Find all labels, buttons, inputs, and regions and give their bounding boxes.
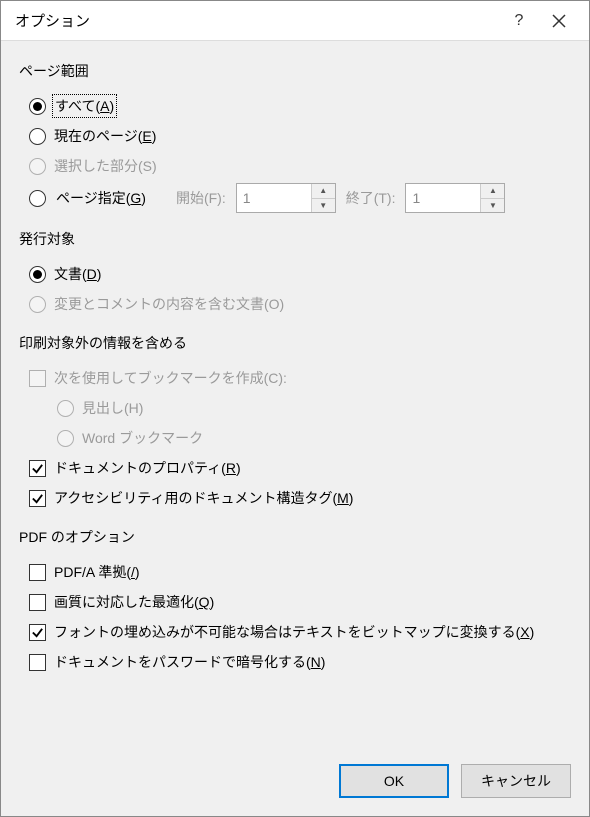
pdf-group: PDF/A 準拠(/) 画質に対応した最適化(Q) フォントの埋め込みが不可能な… [19, 557, 571, 677]
radio-wordbm-label: Word ブックマーク [82, 428, 203, 448]
radio-all[interactable] [29, 98, 46, 115]
page-range-group: すべて(A) 現在のページ(E) 選択した部分(S) ページ指定(G) 開始(F… [19, 91, 571, 215]
checkbox-pdfa[interactable] [29, 564, 46, 581]
checkbox-pdfa-row[interactable]: PDF/A 準拠(/) [29, 557, 571, 587]
radio-markup [29, 296, 46, 313]
content: ページ範囲 すべて(A) 現在のページ(E) 選択した部分(S) ページ指定(G… [1, 41, 589, 750]
checkbox-acctags-row[interactable]: アクセシビリティ用のドキュメント構造タグ(M) [29, 483, 571, 513]
radio-document-label: 文書(D) [54, 264, 101, 284]
radio-pages-label: ページ指定(G) [56, 188, 146, 208]
checkbox-optimize[interactable] [29, 594, 46, 611]
checkbox-bookmarks-row: 次を使用してブックマークを作成(C): [29, 363, 571, 393]
to-spinner[interactable]: ▲ ▼ [405, 183, 505, 213]
radio-headings [57, 400, 74, 417]
checkbox-optimize-label: 画質に対応した最適化(Q) [54, 592, 214, 612]
radio-headings-row: 見出し(H) [29, 393, 571, 423]
checkbox-docprops[interactable] [29, 460, 46, 477]
checkbox-bookmarks [29, 370, 46, 387]
checkbox-bitmap-row[interactable]: フォントの埋め込みが不可能な場合はテキストをビットマップに変換する(X) [29, 617, 571, 647]
radio-selection-label: 選択した部分(S) [54, 156, 157, 176]
dialog-title: オプション [15, 10, 499, 31]
to-label: 終了(T): [346, 188, 396, 208]
close-icon [552, 14, 566, 28]
from-label: 開始(F): [176, 188, 226, 208]
section-publish-title: 発行対象 [19, 229, 571, 249]
radio-wordbm [57, 430, 74, 447]
radio-markup-label: 変更とコメントの内容を含む文書(O) [54, 294, 284, 314]
checkbox-pdfa-label: PDF/A 準拠(/) [54, 562, 140, 582]
radio-wordbm-row: Word ブックマーク [29, 423, 571, 453]
radio-markup-row: 変更とコメントの内容を含む文書(O) [29, 289, 571, 319]
section-pdf-title: PDF のオプション [19, 527, 571, 547]
radio-pages-row[interactable]: ページ指定(G) 開始(F): ▲ ▼ 終了(T): ▲ ▼ [29, 181, 571, 215]
radio-headings-label: 見出し(H) [82, 398, 143, 418]
radio-current-row[interactable]: 現在のページ(E) [29, 121, 571, 151]
checkbox-encrypt-row[interactable]: ドキュメントをパスワードで暗号化する(N) [29, 647, 571, 677]
radio-document[interactable] [29, 266, 46, 283]
radio-current-label: 現在のページ(E) [54, 126, 156, 146]
radio-current[interactable] [29, 128, 46, 145]
from-input[interactable] [237, 184, 311, 212]
section-page-range-title: ページ範囲 [19, 61, 571, 81]
radio-selection [29, 158, 46, 175]
checkbox-acctags-label: アクセシビリティ用のドキュメント構造タグ(M) [54, 488, 353, 508]
checkbox-encrypt[interactable] [29, 654, 46, 671]
radio-document-row[interactable]: 文書(D) [29, 259, 571, 289]
footer: OK キャンセル [1, 750, 589, 816]
radio-selection-row: 選択した部分(S) [29, 151, 571, 181]
section-nonprint-title: 印刷対象外の情報を含める [19, 333, 571, 353]
checkbox-encrypt-label: ドキュメントをパスワードで暗号化する(N) [54, 652, 325, 672]
checkbox-bitmap-label: フォントの埋め込みが不可能な場合はテキストをビットマップに変換する(X) [54, 622, 534, 642]
from-down[interactable]: ▼ [312, 199, 335, 213]
to-input[interactable] [406, 184, 480, 212]
from-up[interactable]: ▲ [312, 184, 335, 199]
checkbox-bookmarks-label: 次を使用してブックマークを作成(C): [54, 368, 287, 388]
cancel-button[interactable]: キャンセル [461, 764, 571, 798]
to-down[interactable]: ▼ [481, 199, 504, 213]
checkbox-optimize-row[interactable]: 画質に対応した最適化(Q) [29, 587, 571, 617]
radio-all-row[interactable]: すべて(A) [29, 91, 571, 121]
help-button[interactable]: ? [499, 1, 539, 41]
from-spinner[interactable]: ▲ ▼ [236, 183, 336, 213]
checkbox-docprops-row[interactable]: ドキュメントのプロパティ(R) [29, 453, 571, 483]
to-up[interactable]: ▲ [481, 184, 504, 199]
close-button[interactable] [539, 1, 579, 41]
publish-group: 文書(D) 変更とコメントの内容を含む文書(O) [19, 259, 571, 319]
nonprint-group: 次を使用してブックマークを作成(C): 見出し(H) Word ブックマーク ド… [19, 363, 571, 513]
radio-pages[interactable] [29, 190, 46, 207]
ok-button[interactable]: OK [339, 764, 449, 798]
checkbox-bitmap[interactable] [29, 624, 46, 641]
checkbox-docprops-label: ドキュメントのプロパティ(R) [54, 458, 241, 478]
checkbox-acctags[interactable] [29, 490, 46, 507]
radio-all-label: すべて(A) [54, 96, 115, 116]
titlebar: オプション ? [1, 1, 589, 41]
